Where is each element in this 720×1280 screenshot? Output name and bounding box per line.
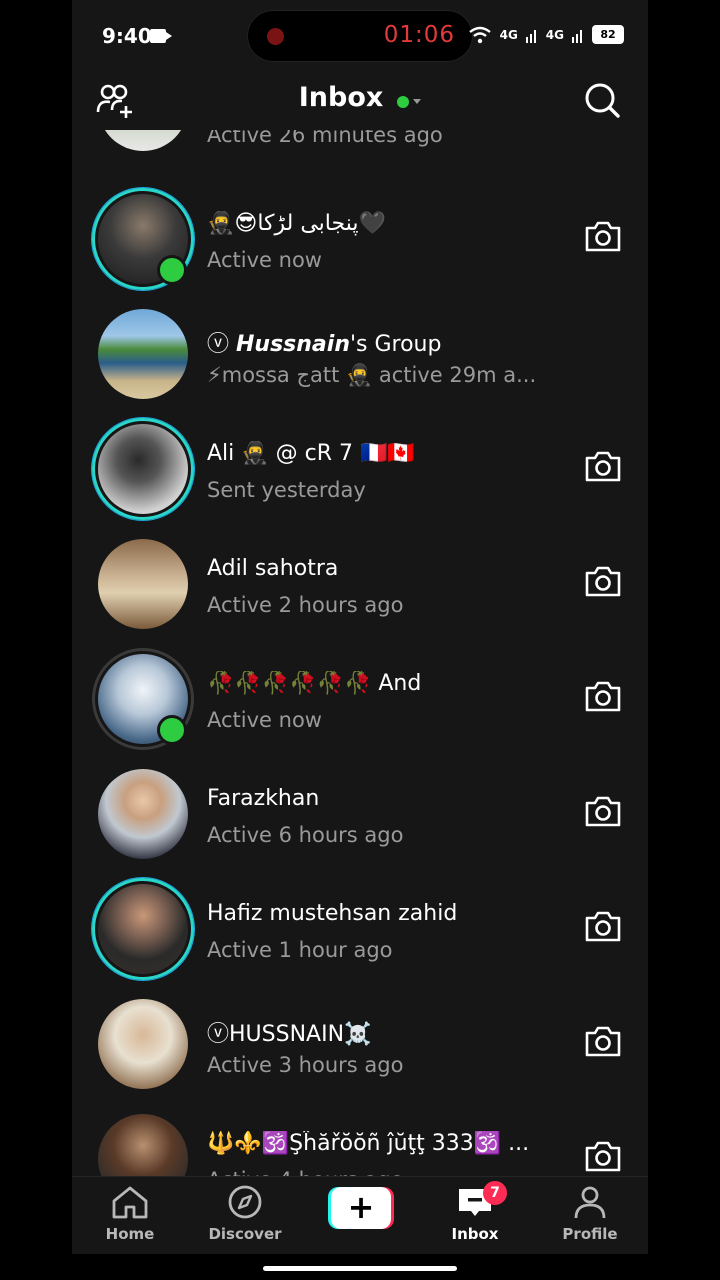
avatar[interactable]: [98, 999, 188, 1089]
home-icon: [112, 1186, 148, 1219]
list-item[interactable]: 🥀🥀🥀🥀🥀🥀 And Active now: [72, 645, 648, 760]
list-item[interactable]: 🥷😎پنجابی لڑکا🖤 Active now: [72, 185, 648, 300]
profile-icon: [574, 1186, 606, 1219]
signal-4g-1: 4G: [499, 27, 518, 42]
list-item[interactable]: Hafiz mustehsan zahid Active 1 hour ago: [72, 875, 648, 990]
conversation-name: 🔱⚜️🕉️Şĥăřŏŏñ ĵŭţţ 333🕉️ ...: [207, 1131, 530, 1156]
home-indicator[interactable]: [263, 1266, 457, 1271]
group-owner: Hussnain: [236, 332, 350, 357]
plus-icon: +: [331, 1187, 391, 1229]
online-indicator: [157, 255, 187, 285]
conversation-name: Ali 🥷 @ cR 7 🇫🇷🇨🇦: [207, 441, 415, 466]
conversation-name: Hafiz mustehsan zahid: [207, 901, 458, 926]
camera-icon[interactable]: [584, 219, 622, 253]
conversation-status: Active now: [207, 248, 322, 272]
camera-icon[interactable]: [584, 679, 622, 713]
tab-home[interactable]: Home: [80, 1185, 180, 1243]
conversation-name: 🥷😎پنجابی لڑکا🖤: [207, 211, 386, 236]
conversation-status: Active 4 hours ago: [207, 1168, 403, 1176]
create-button[interactable]: +: [328, 1187, 394, 1229]
avatar: [98, 130, 188, 151]
status-bar: 9:40 01:06 4G 4G 82: [72, 0, 648, 74]
chevron-down-icon[interactable]: [413, 99, 422, 104]
online-status-dot[interactable]: [397, 95, 410, 108]
wifi-icon: [468, 26, 491, 43]
camera-icon[interactable]: [584, 1024, 622, 1058]
group-prefix: ⓥ: [207, 332, 236, 357]
unread-badge: 7: [483, 1181, 507, 1205]
avatar[interactable]: [98, 769, 188, 859]
system-icons: 4G 4G 82: [468, 25, 624, 44]
conversation-name: ⓥHUSSNAIN☠️: [207, 1022, 372, 1047]
record-dot-icon: [267, 28, 284, 45]
list-item[interactable]: ⓥHUSSNAIN☠️ Active 3 hours ago: [72, 990, 648, 1105]
battery-icon: 82: [592, 25, 624, 44]
list-item[interactable]: ⓥ Hussnain's Group ⚡mossa جatt 🥷 active …: [72, 300, 648, 415]
conversation-status: Active 26 minutes ago: [207, 130, 443, 147]
tab-label: Home: [105, 1225, 155, 1243]
camera-icon[interactable]: [584, 1139, 622, 1173]
recording-pill: 01:06: [247, 10, 473, 62]
camera-icon[interactable]: [584, 794, 622, 828]
conversation-status: Sent yesterday: [207, 478, 366, 502]
avatar[interactable]: [98, 884, 188, 974]
list-item[interactable]: Farazkhan Active 6 hours ago: [72, 760, 648, 875]
inbox-header: Inbox: [72, 74, 648, 130]
conversation-status: Active 3 hours ago: [207, 1053, 404, 1077]
camera-icon[interactable]: [584, 564, 622, 598]
clock: 9:40: [102, 24, 152, 48]
conversation-name: ⓥ Hussnain's Group: [207, 326, 441, 358]
avatar[interactable]: [98, 424, 188, 514]
conversation-list[interactable]: Active 26 minutes ago 🥷😎پنجابی لڑکا🖤 Act…: [72, 130, 648, 1176]
conversation-name: Adil sahotra: [207, 556, 339, 581]
video-record-icon: [150, 29, 172, 43]
conversation-status: Active 1 hour ago: [207, 938, 393, 962]
avatar[interactable]: [98, 1114, 188, 1176]
signal-icon: [525, 29, 536, 43]
tab-label: Discover: [208, 1225, 282, 1243]
group-suffix: 's Group: [349, 332, 442, 357]
signal-4g-2: 4G: [545, 27, 564, 42]
list-item[interactable]: Adil sahotra Active 2 hours ago: [72, 530, 648, 645]
compass-icon: [228, 1185, 262, 1219]
phone-screen: 9:40 01:06 4G 4G 82 Inbox Active 26 minu…: [72, 0, 648, 1254]
list-item[interactable]: 🔱⚜️🕉️Şĥăřŏŏñ ĵŭţţ 333🕉️ ... Active 4 hou…: [72, 1105, 648, 1176]
conversation-name: Farazkhan: [207, 786, 320, 811]
avatar[interactable]: [98, 309, 188, 399]
list-item[interactable]: Active 26 minutes ago: [72, 130, 648, 167]
search-icon[interactable]: [582, 80, 622, 120]
conversation-name: 🥀🥀🥀🥀🥀🥀 And: [207, 671, 422, 696]
list-item[interactable]: Ali 🥷 @ cR 7 🇫🇷🇨🇦 Sent yesterday: [72, 415, 648, 530]
tab-label: Inbox: [451, 1225, 499, 1243]
page-title: Inbox: [298, 82, 384, 113]
camera-icon[interactable]: [584, 909, 622, 943]
avatar[interactable]: [98, 539, 188, 629]
online-indicator: [157, 715, 187, 745]
signal-icon: [572, 29, 582, 43]
tab-discover[interactable]: Discover: [195, 1185, 295, 1243]
conversation-status: Active now: [207, 708, 322, 732]
camera-icon[interactable]: [584, 449, 622, 483]
conversation-status: Active 6 hours ago: [207, 823, 404, 847]
conversation-status: ⚡mossa جatt 🥷 active 29m a...: [207, 363, 537, 387]
bottom-nav: Home Discover + 7 Inbox Profile: [72, 1176, 648, 1254]
tab-inbox[interactable]: 7 Inbox: [425, 1181, 525, 1243]
tab-profile[interactable]: Profile: [540, 1185, 640, 1243]
conversation-status: Active 2 hours ago: [207, 593, 404, 617]
tab-label: Profile: [562, 1225, 618, 1243]
recording-timer: 01:06: [383, 22, 455, 48]
